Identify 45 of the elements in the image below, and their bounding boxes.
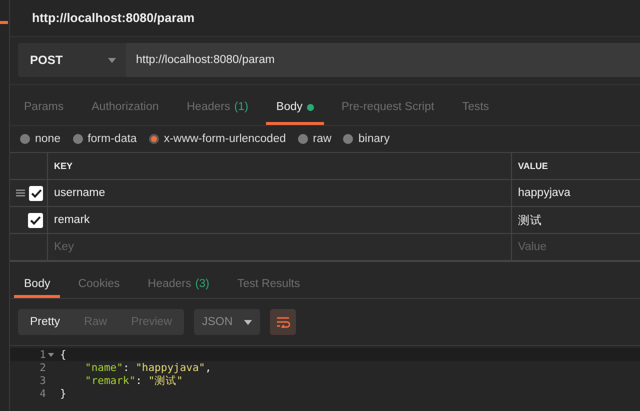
line-number: 3 bbox=[40, 374, 46, 386]
view-mode-tab[interactable]: Pretty bbox=[18, 309, 72, 335]
line-number: 4 bbox=[40, 388, 46, 400]
radio-label: binary bbox=[358, 133, 390, 145]
caret-icon bbox=[244, 320, 252, 324]
code-line: { bbox=[60, 348, 66, 360]
method-dropdown[interactable]: POST bbox=[18, 43, 126, 77]
wrap-lines-button[interactable] bbox=[270, 309, 296, 335]
wrap-lines-icon bbox=[276, 316, 290, 328]
column-header: VALUE bbox=[512, 153, 640, 180]
code-line: } bbox=[60, 388, 66, 400]
tab[interactable]: Headers (1) bbox=[176, 92, 258, 125]
caret-icon bbox=[108, 58, 116, 62]
drag-handle-icon bbox=[16, 189, 26, 197]
checkbox[interactable] bbox=[28, 212, 43, 228]
radio-label: raw bbox=[312, 133, 332, 145]
line-number: 2 bbox=[40, 362, 46, 374]
code-line: "remark": "测试" bbox=[84, 374, 183, 388]
table-cell[interactable]: remark bbox=[48, 207, 512, 234]
radio-label: form-data bbox=[88, 133, 137, 145]
tab[interactable]: Body bbox=[266, 92, 324, 125]
status-dot bbox=[306, 104, 314, 110]
radio-label: none bbox=[35, 133, 61, 145]
table-cell[interactable]: username bbox=[48, 180, 512, 207]
radio-option[interactable]: form-data bbox=[72, 133, 137, 145]
radio-option[interactable]: none bbox=[20, 133, 61, 145]
tab[interactable]: Body bbox=[14, 272, 60, 298]
radio-button[interactable] bbox=[148, 134, 159, 144]
line-number: 1 bbox=[40, 348, 46, 360]
sidebar-edge-marker bbox=[0, 21, 8, 24]
tab[interactable]: Headers (3) bbox=[138, 272, 220, 298]
code-line: "name": "happyjava", bbox=[84, 362, 212, 374]
column-header: KEY bbox=[48, 153, 512, 180]
url-field[interactable]: http://localhost:8080/param bbox=[126, 43, 640, 77]
table-cell[interactable]: happyjava bbox=[512, 180, 640, 207]
radio-option[interactable]: raw bbox=[298, 133, 332, 145]
radio-button[interactable] bbox=[343, 134, 354, 144]
radio-button[interactable] bbox=[298, 134, 308, 144]
tab-count: (3) bbox=[195, 278, 210, 290]
radio-button[interactable] bbox=[72, 134, 83, 144]
tab-count: (1) bbox=[234, 101, 248, 113]
table-cell[interactable]: 测试 bbox=[512, 207, 640, 234]
checkbox[interactable] bbox=[29, 186, 43, 200]
radio-option[interactable]: binary bbox=[343, 133, 390, 145]
radio-button[interactable] bbox=[20, 134, 30, 144]
